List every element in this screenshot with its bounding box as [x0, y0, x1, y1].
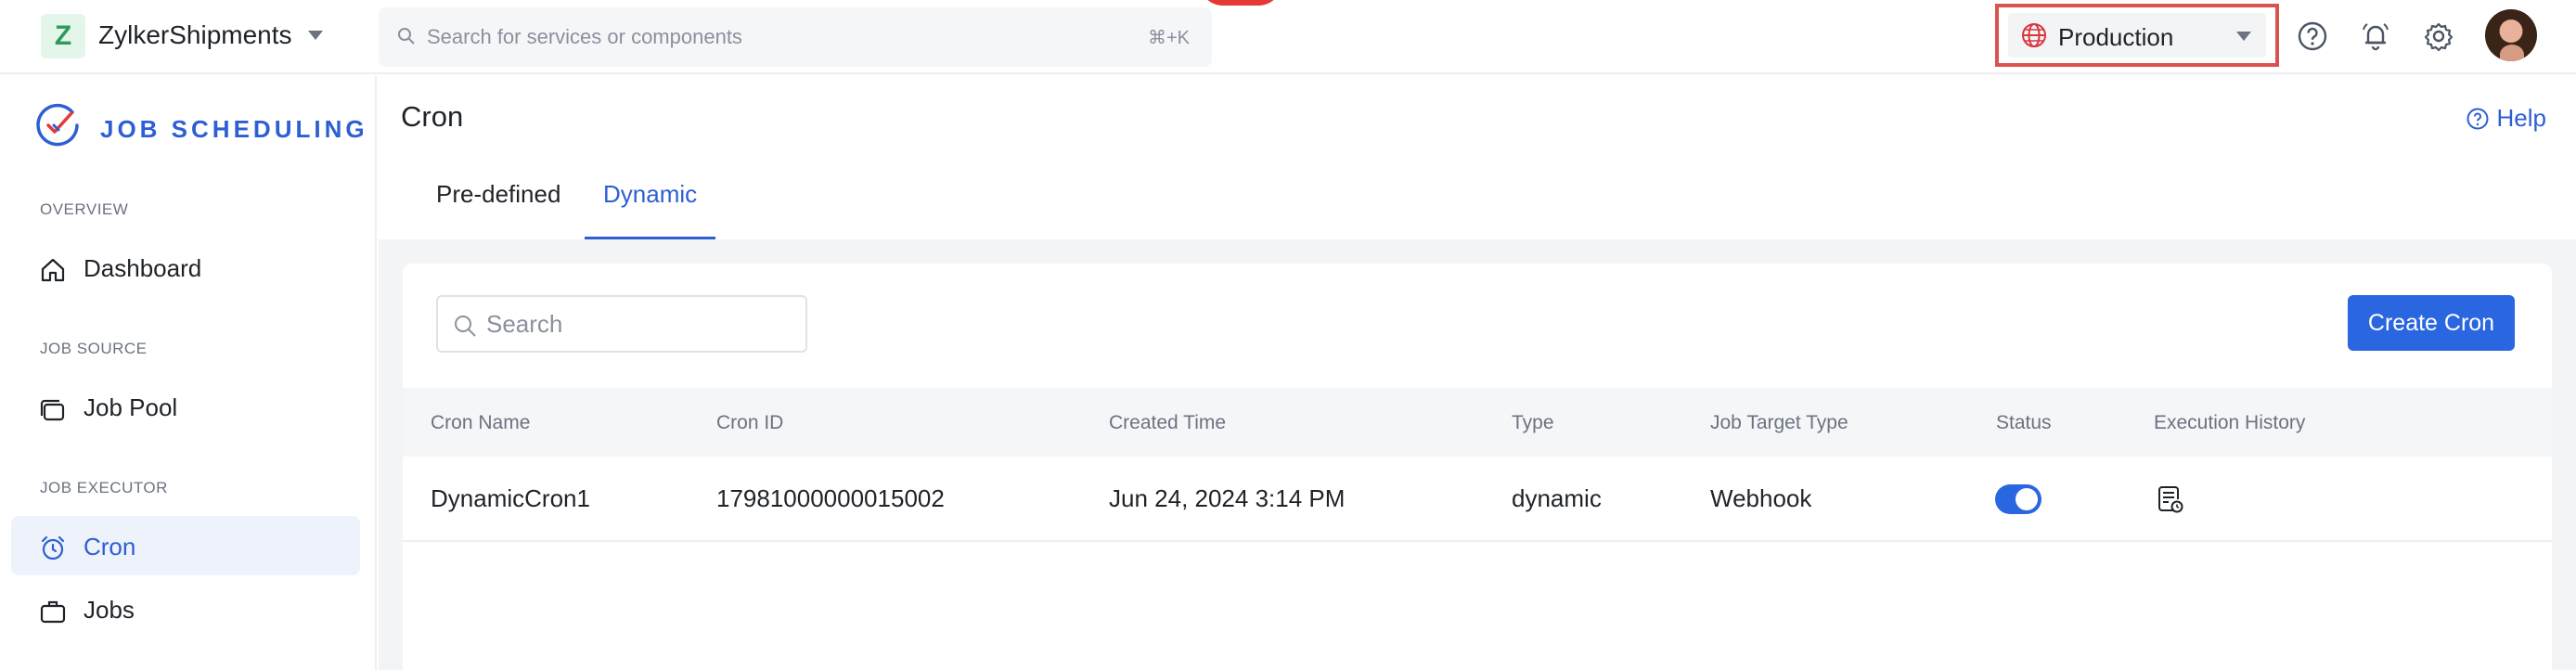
sidebar-item-label: Dashboard [84, 254, 202, 282]
table-header: Cron Name Cron ID Created Time Type Job … [403, 388, 2552, 457]
environment-highlight: Production [1995, 4, 2279, 67]
annotation-mark [1199, 0, 1282, 6]
column-header[interactable]: Cron ID [716, 412, 783, 434]
page-header: Cron Help Pre-defined Dynamic [379, 76, 2576, 239]
column-header[interactable]: Type [1512, 412, 1554, 434]
org-switcher-label[interactable]: ZylkerShipments [98, 20, 292, 50]
page-title: Cron [401, 100, 464, 133]
chevron-down-icon [2236, 32, 2251, 41]
table-search-input[interactable] [486, 310, 792, 338]
sidebar-item-jobs[interactable]: Jobs [11, 579, 360, 638]
global-search[interactable]: Search for services or components ⌘+K [379, 7, 1212, 67]
environment-label: Production [2058, 23, 2174, 51]
sidebar: JOB SCHEDULING OVERVIEW Dashboard JOB SO… [0, 76, 377, 670]
top-bar: Z ZylkerShipments Search for services or… [0, 0, 2576, 74]
main-content: Cron Help Pre-defined Dynamic Creat [379, 76, 2576, 670]
app-title: JOB SCHEDULING [100, 115, 368, 143]
section-label-job-source: JOB SOURCE [40, 340, 148, 357]
chevron-down-icon[interactable] [308, 31, 323, 40]
cron-name-cell[interactable]: DynamicCron1 [431, 484, 590, 513]
tab-pre-defined[interactable]: Pre-defined [418, 180, 579, 239]
global-search-placeholder: Search for services or components [427, 25, 742, 48]
bell-icon[interactable] [2358, 19, 2393, 54]
user-avatar[interactable] [2485, 9, 2537, 61]
help-label: Help [2496, 104, 2546, 132]
execution-history-icon[interactable] [2155, 484, 2184, 514]
sidebar-item-label: Cron [84, 533, 136, 560]
section-label-job-executor: JOB EXECUTOR [40, 479, 168, 496]
section-label-overview: OVERVIEW [40, 200, 129, 218]
environment-selector[interactable]: Production [2008, 13, 2266, 58]
created-time-cell: Jun 24, 2024 3:14 PM [1109, 484, 1346, 512]
search-icon [398, 28, 415, 45]
status-toggle[interactable] [1995, 484, 2041, 514]
create-cron-button[interactable]: Create Cron [2348, 295, 2515, 351]
help-circle-icon[interactable] [2295, 19, 2330, 54]
tab-dynamic[interactable]: Dynamic [585, 180, 716, 239]
sidebar-item-job-pool[interactable]: Job Pool [11, 377, 360, 436]
cron-table-card: Create Cron Cron Name Cron ID Created Ti… [403, 264, 2552, 670]
job-scheduling-logo-icon [36, 103, 79, 147]
sidebar-item-cron[interactable]: Cron [11, 516, 360, 575]
column-header[interactable]: Job Target Type [1710, 412, 1848, 434]
table-search[interactable] [436, 295, 807, 353]
briefcase-icon [40, 600, 66, 624]
sidebar-item-label: Jobs [84, 596, 135, 624]
cron-id-cell: 17981000000015002 [716, 484, 945, 512]
sidebar-item-dashboard[interactable]: Dashboard [11, 238, 360, 297]
job-target-type-cell: Webhook [1710, 484, 1812, 512]
stack-icon [40, 399, 65, 421]
search-icon [455, 316, 476, 337]
alarm-clock-icon [41, 535, 65, 560]
gear-icon[interactable] [2421, 19, 2456, 54]
help-circle-icon [2467, 108, 2489, 129]
search-shortcut: ⌘+K [1147, 28, 1190, 48]
type-cell: dynamic [1512, 484, 1602, 512]
table-row[interactable]: DynamicCron1 17981000000015002 Jun 24, 2… [403, 457, 2552, 542]
sidebar-item-label: Job Pool [84, 393, 178, 421]
globe-icon [2022, 23, 2046, 47]
column-header[interactable]: Cron Name [431, 412, 530, 434]
org-logo[interactable]: Z [41, 14, 85, 58]
column-header[interactable]: Status [1996, 412, 2052, 434]
column-header[interactable]: Execution History [2154, 412, 2305, 434]
help-link[interactable]: Help [2466, 104, 2546, 133]
home-icon [41, 258, 65, 282]
column-header[interactable]: Created Time [1109, 412, 1226, 434]
